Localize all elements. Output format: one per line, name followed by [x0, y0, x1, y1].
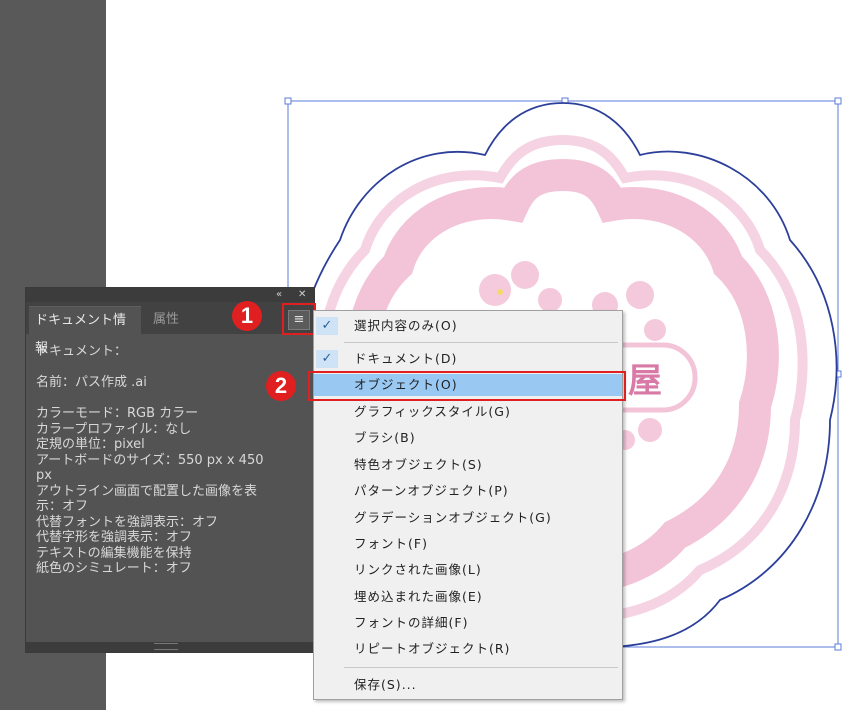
panel-tab-bar: ドキュメント情報 属性 ≡	[26, 302, 314, 356]
blossom	[626, 281, 654, 309]
tab-document-info[interactable]: ドキュメント情報	[29, 306, 141, 356]
info-line: 示：オフ	[36, 499, 89, 514]
blossom	[644, 319, 666, 341]
menu-item-document[interactable]: ✓ ドキュメント(D)	[314, 348, 622, 370]
info-line: px	[36, 468, 52, 483]
menu-item-font[interactable]: フォント(F)	[314, 533, 622, 555]
menu-item-brush[interactable]: ブラシ(B)	[314, 427, 622, 449]
blossom	[638, 418, 662, 442]
menu-item-label: 埋め込まれた画像(E)	[354, 589, 483, 604]
info-line: カラーモード：RGB カラー	[36, 406, 199, 421]
label-char: 屋	[628, 361, 662, 401]
handle-top-right	[834, 97, 842, 105]
menu-item-label: リンクされた画像(L)	[354, 562, 482, 577]
info-line: カラープロファイル：なし	[36, 421, 192, 437]
menu-item-linked-images[interactable]: リンクされた画像(L)	[314, 559, 622, 581]
callout-badge-1: 1	[232, 301, 262, 331]
panel-info-text: ドキュメント： 名前：パス作成 .ai カラーモード：RGB カラー カラープロ…	[26, 334, 314, 577]
menu-item-graphic-style[interactable]: グラフィックスタイル(G)	[314, 401, 622, 423]
menu-item-label: ドキュメント(D)	[354, 351, 458, 366]
resize-grip-icon[interactable]	[154, 643, 178, 650]
callout-badge-2: 2	[266, 371, 296, 401]
callout-box-object-item	[308, 371, 626, 401]
panel-resize-bar[interactable]	[26, 642, 314, 652]
close-icon[interactable]: ✕	[298, 288, 306, 302]
blossom	[479, 274, 511, 306]
menu-item-label: グラデーションオブジェクト(G)	[354, 510, 552, 525]
check-icon: ✓	[316, 317, 338, 335]
info-line: テキストの編集機能を保持	[36, 545, 192, 561]
menu-item-save[interactable]: 保存(S)...	[314, 674, 622, 696]
menu-item-label: リピートオブジェクト(R)	[354, 641, 511, 656]
handle-top-left	[284, 97, 292, 105]
panel-titlebar: « ✕	[26, 288, 314, 302]
panel-context-menu: ✓ 選択内容のみ(O) ✓ ドキュメント(D) オブジェクト(O) グラフィック…	[313, 310, 623, 700]
menu-item-gradient-object[interactable]: グラデーションオブジェクト(G)	[314, 507, 622, 529]
info-line: ドキュメント：	[36, 344, 128, 359]
menu-item-font-details[interactable]: フォントの詳細(F)	[314, 612, 622, 634]
blossom-center	[497, 289, 503, 295]
document-info-panel: « ✕ ドキュメント情報 属性 ≡ ドキュメント： 名前：パス作成 .ai カラ…	[25, 287, 315, 653]
menu-item-label: ブラシ(B)	[354, 430, 416, 445]
menu-item-label: 選択内容のみ(O)	[354, 318, 458, 333]
info-line: アートボードのサイズ：550 px x 450	[36, 452, 264, 468]
menu-item-embedded-images[interactable]: 埋め込まれた画像(E)	[314, 586, 622, 608]
menu-item-label: フォントの詳細(F)	[354, 615, 469, 630]
menu-item-label: フォント(F)	[354, 536, 428, 551]
menu-item-repeat-object[interactable]: リピートオブジェクト(R)	[314, 638, 622, 660]
menu-item-label: 特色オブジェクト(S)	[354, 457, 483, 472]
info-line: アウトライン画面で配置した画像を表	[36, 483, 258, 499]
tab-attributes[interactable]: 属性	[147, 306, 195, 334]
info-line: 紙色のシミュレート：オフ	[36, 561, 192, 576]
info-line: 代替字形を強調表示：オフ	[36, 530, 193, 545]
menu-item-label: グラフィックスタイル(G)	[354, 404, 511, 419]
collapse-icon[interactable]: «	[276, 288, 282, 302]
menu-separator	[344, 667, 618, 668]
menu-separator	[344, 342, 618, 343]
menu-item-pattern-object[interactable]: パターンオブジェクト(P)	[314, 480, 622, 502]
blossom	[538, 288, 562, 312]
blossom	[511, 261, 539, 289]
callout-box-menu-button	[282, 303, 316, 335]
menu-item-spot-color-object[interactable]: 特色オブジェクト(S)	[314, 454, 622, 476]
info-line: 代替フォントを強調表示：オフ	[36, 514, 219, 530]
menu-item-selection-only[interactable]: ✓ 選択内容のみ(O)	[314, 315, 622, 337]
menu-item-label: パターンオブジェクト(P)	[354, 483, 509, 498]
menu-item-label: 保存(S)...	[354, 677, 417, 692]
info-line: 定規の単位：pixel	[36, 437, 145, 452]
handle-bottom-right	[834, 643, 842, 651]
check-icon: ✓	[316, 350, 338, 368]
